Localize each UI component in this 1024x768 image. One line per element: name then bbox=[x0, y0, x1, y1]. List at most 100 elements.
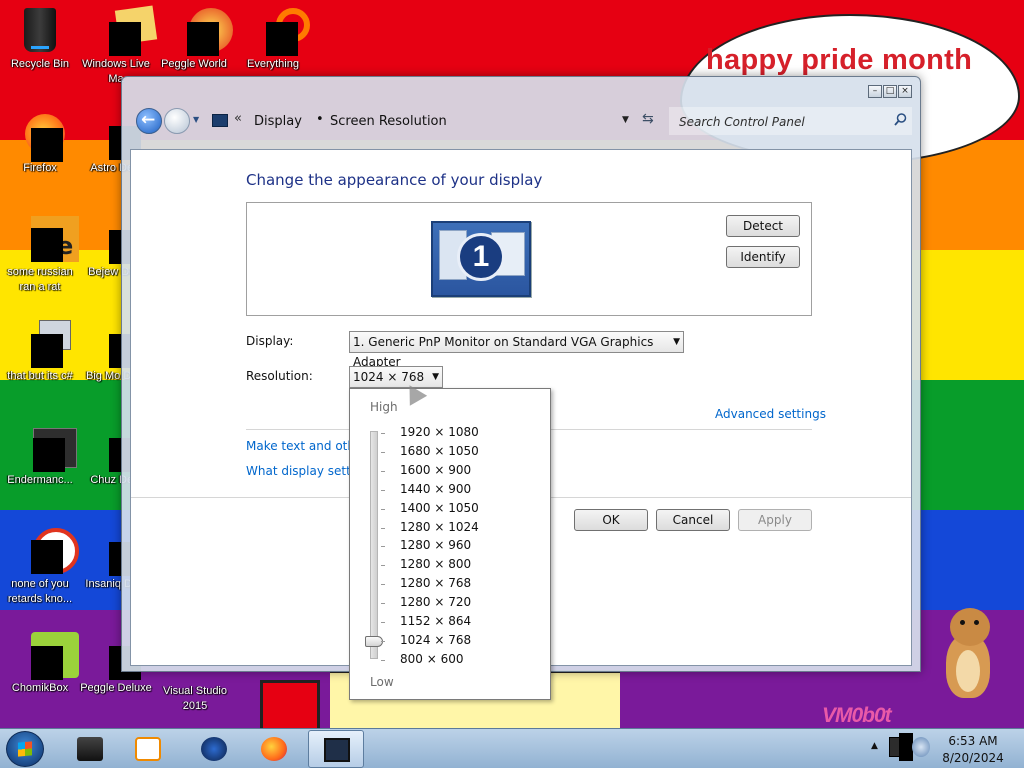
taskbar-control-panel-active[interactable] bbox=[308, 730, 364, 768]
watermark-text: VM0b0t bbox=[822, 704, 892, 727]
monitor-number-badge: 1 bbox=[457, 233, 505, 281]
resolution-label: Resolution: bbox=[246, 369, 313, 383]
globe-icon bbox=[201, 737, 227, 761]
resolution-option[interactable]: 1280 × 800 bbox=[400, 557, 471, 571]
slider-tick bbox=[381, 470, 385, 472]
chomikbox-icon bbox=[17, 632, 79, 680]
maximize-button[interactable]: □ bbox=[883, 85, 897, 98]
desktop-icon-chomikbox[interactable]: ChomikBox bbox=[0, 632, 80, 696]
resolution-dropdown-popup: High 1920 × 1080 1680 × 1050 1600 × 900 144… bbox=[349, 388, 551, 700]
slider-tick bbox=[381, 565, 385, 567]
media-player-icon bbox=[135, 737, 161, 761]
resolution-option[interactable]: 800 × 600 bbox=[400, 652, 464, 666]
slider-tick bbox=[381, 527, 385, 529]
firefox-icon bbox=[261, 737, 287, 761]
clock-date[interactable]: 8/20/2024 bbox=[933, 751, 1013, 765]
app-icon bbox=[17, 320, 71, 368]
slider-tick bbox=[381, 451, 385, 453]
peggle-icon bbox=[171, 8, 233, 56]
show-hidden-icons-icon[interactable]: ▲ bbox=[871, 741, 878, 751]
resolution-option[interactable]: 1152 × 864 bbox=[400, 614, 471, 628]
app-icon: e bbox=[17, 216, 79, 262]
taskbar-app-globe[interactable] bbox=[186, 730, 242, 768]
resolution-select[interactable]: 1024 × 768 ▼ bbox=[349, 366, 443, 388]
slider-tick bbox=[381, 640, 385, 642]
desktop-icon-none-of-you[interactable]: none of you retards kno... bbox=[0, 528, 80, 607]
slider-low-label: Low bbox=[370, 675, 394, 689]
taskbar-app-recycle[interactable] bbox=[62, 730, 118, 768]
slider-tick bbox=[381, 546, 385, 548]
page-title: Change the appearance of your display bbox=[246, 171, 543, 189]
app-icon bbox=[17, 528, 79, 574]
search-input[interactable]: Search Control Panel bbox=[669, 107, 912, 135]
hamster-image bbox=[940, 606, 1000, 702]
search-icon[interactable] bbox=[894, 113, 907, 126]
refresh-icon[interactable]: ⇆ bbox=[642, 111, 654, 127]
monitor-icon bbox=[324, 738, 350, 762]
address-bar: ▼ « Display • Screen Resolution ▼ ⇆ Sear… bbox=[130, 103, 912, 143]
volume-icon[interactable] bbox=[912, 737, 930, 757]
slider-tick bbox=[381, 603, 385, 605]
search-app-icon bbox=[250, 8, 310, 56]
chevron-down-icon: ▼ bbox=[673, 337, 680, 347]
resolution-option[interactable]: 1024 × 768 bbox=[400, 633, 471, 647]
slider-tick bbox=[381, 622, 385, 623]
clock-time[interactable]: 6:53 AM bbox=[933, 734, 1013, 748]
slider-tick bbox=[381, 508, 385, 510]
resolution-option[interactable]: 1280 × 720 bbox=[400, 595, 471, 609]
recycle-bin-icon bbox=[17, 8, 63, 54]
desktop-icon-firefox[interactable]: Firefox bbox=[0, 112, 80, 176]
caption-buttons: – □ × bbox=[868, 85, 912, 98]
resolution-option[interactable]: 1400 × 1050 bbox=[400, 501, 479, 515]
breadcrumb-display[interactable]: Display bbox=[254, 114, 302, 129]
monitor-arrangement-area: 1 Detect Identify bbox=[246, 202, 812, 316]
tray-icon[interactable] bbox=[899, 733, 913, 761]
address-dropdown-icon[interactable]: ▼ bbox=[622, 115, 629, 125]
resolution-option[interactable]: 1600 × 900 bbox=[400, 463, 471, 477]
resolution-slider-track[interactable] bbox=[370, 431, 378, 659]
display-select-value: 1. Generic PnP Monitor on Standard VGA G… bbox=[353, 335, 654, 369]
control-panel-icon bbox=[212, 114, 228, 127]
display-select[interactable]: 1. Generic PnP Monitor on Standard VGA G… bbox=[349, 331, 684, 369]
breadcrumb-separator[interactable]: • bbox=[316, 112, 324, 127]
breadcrumb-overflow[interactable]: « bbox=[234, 111, 242, 126]
resolution-option[interactable]: 1280 × 768 bbox=[400, 576, 471, 590]
resolution-option[interactable]: 1280 × 960 bbox=[400, 538, 471, 552]
wallpaper-doodle bbox=[260, 680, 320, 728]
apply-button[interactable]: Apply bbox=[738, 509, 812, 531]
desktop-icon-peggle-world[interactable]: Peggle World bbox=[154, 8, 234, 72]
search-placeholder: Search Control Panel bbox=[679, 115, 805, 129]
cancel-button[interactable]: Cancel bbox=[656, 509, 730, 531]
desktop-icon-endermanch[interactable]: Endermanc... bbox=[0, 424, 80, 488]
minimize-button[interactable]: – bbox=[868, 85, 882, 98]
start-button[interactable] bbox=[6, 731, 44, 767]
resolution-option[interactable]: 1440 × 900 bbox=[400, 482, 471, 496]
display-label: Display: bbox=[246, 334, 294, 348]
taskbar-media-player[interactable] bbox=[120, 730, 176, 768]
taskbar-firefox[interactable] bbox=[246, 730, 302, 768]
breadcrumb-screen-resolution[interactable]: Screen Resolution bbox=[330, 114, 447, 129]
advanced-settings-link[interactable]: Advanced settings bbox=[715, 407, 826, 421]
ok-button[interactable]: OK bbox=[574, 509, 648, 531]
close-button[interactable]: × bbox=[898, 85, 912, 98]
identify-button[interactable]: Identify bbox=[726, 246, 800, 268]
resolution-option[interactable]: 1920 × 1080 bbox=[400, 425, 479, 439]
forward-button[interactable] bbox=[164, 108, 190, 134]
resolution-option[interactable]: 1680 × 1050 bbox=[400, 444, 479, 458]
monitor-1-thumbnail[interactable]: 1 bbox=[431, 221, 531, 297]
firefox-icon bbox=[17, 112, 65, 162]
slider-tick bbox=[381, 659, 385, 661]
detect-button[interactable]: Detect bbox=[726, 215, 800, 237]
resolution-option[interactable]: 1280 × 1024 bbox=[400, 520, 479, 534]
desktop-icon-recycle-bin[interactable]: Recycle Bin bbox=[0, 8, 80, 72]
desktop-icon-everything[interactable]: Everything bbox=[233, 8, 313, 72]
mail-icon bbox=[93, 5, 158, 56]
desktop-icon-some-russian[interactable]: e some russian ran a rat bbox=[0, 216, 80, 295]
app-icon bbox=[17, 424, 77, 472]
recent-pages-dropdown-icon[interactable]: ▼ bbox=[193, 115, 199, 124]
speech-bubble-text: happy pride month bbox=[706, 44, 973, 76]
desktop-icon-that-but-its-csharp[interactable]: that but its c# bbox=[0, 320, 80, 384]
back-button[interactable] bbox=[136, 108, 162, 134]
taskbar: ▲ 6:53 AM 8/20/2024 bbox=[0, 728, 1024, 768]
slider-high-label: High bbox=[370, 400, 398, 414]
